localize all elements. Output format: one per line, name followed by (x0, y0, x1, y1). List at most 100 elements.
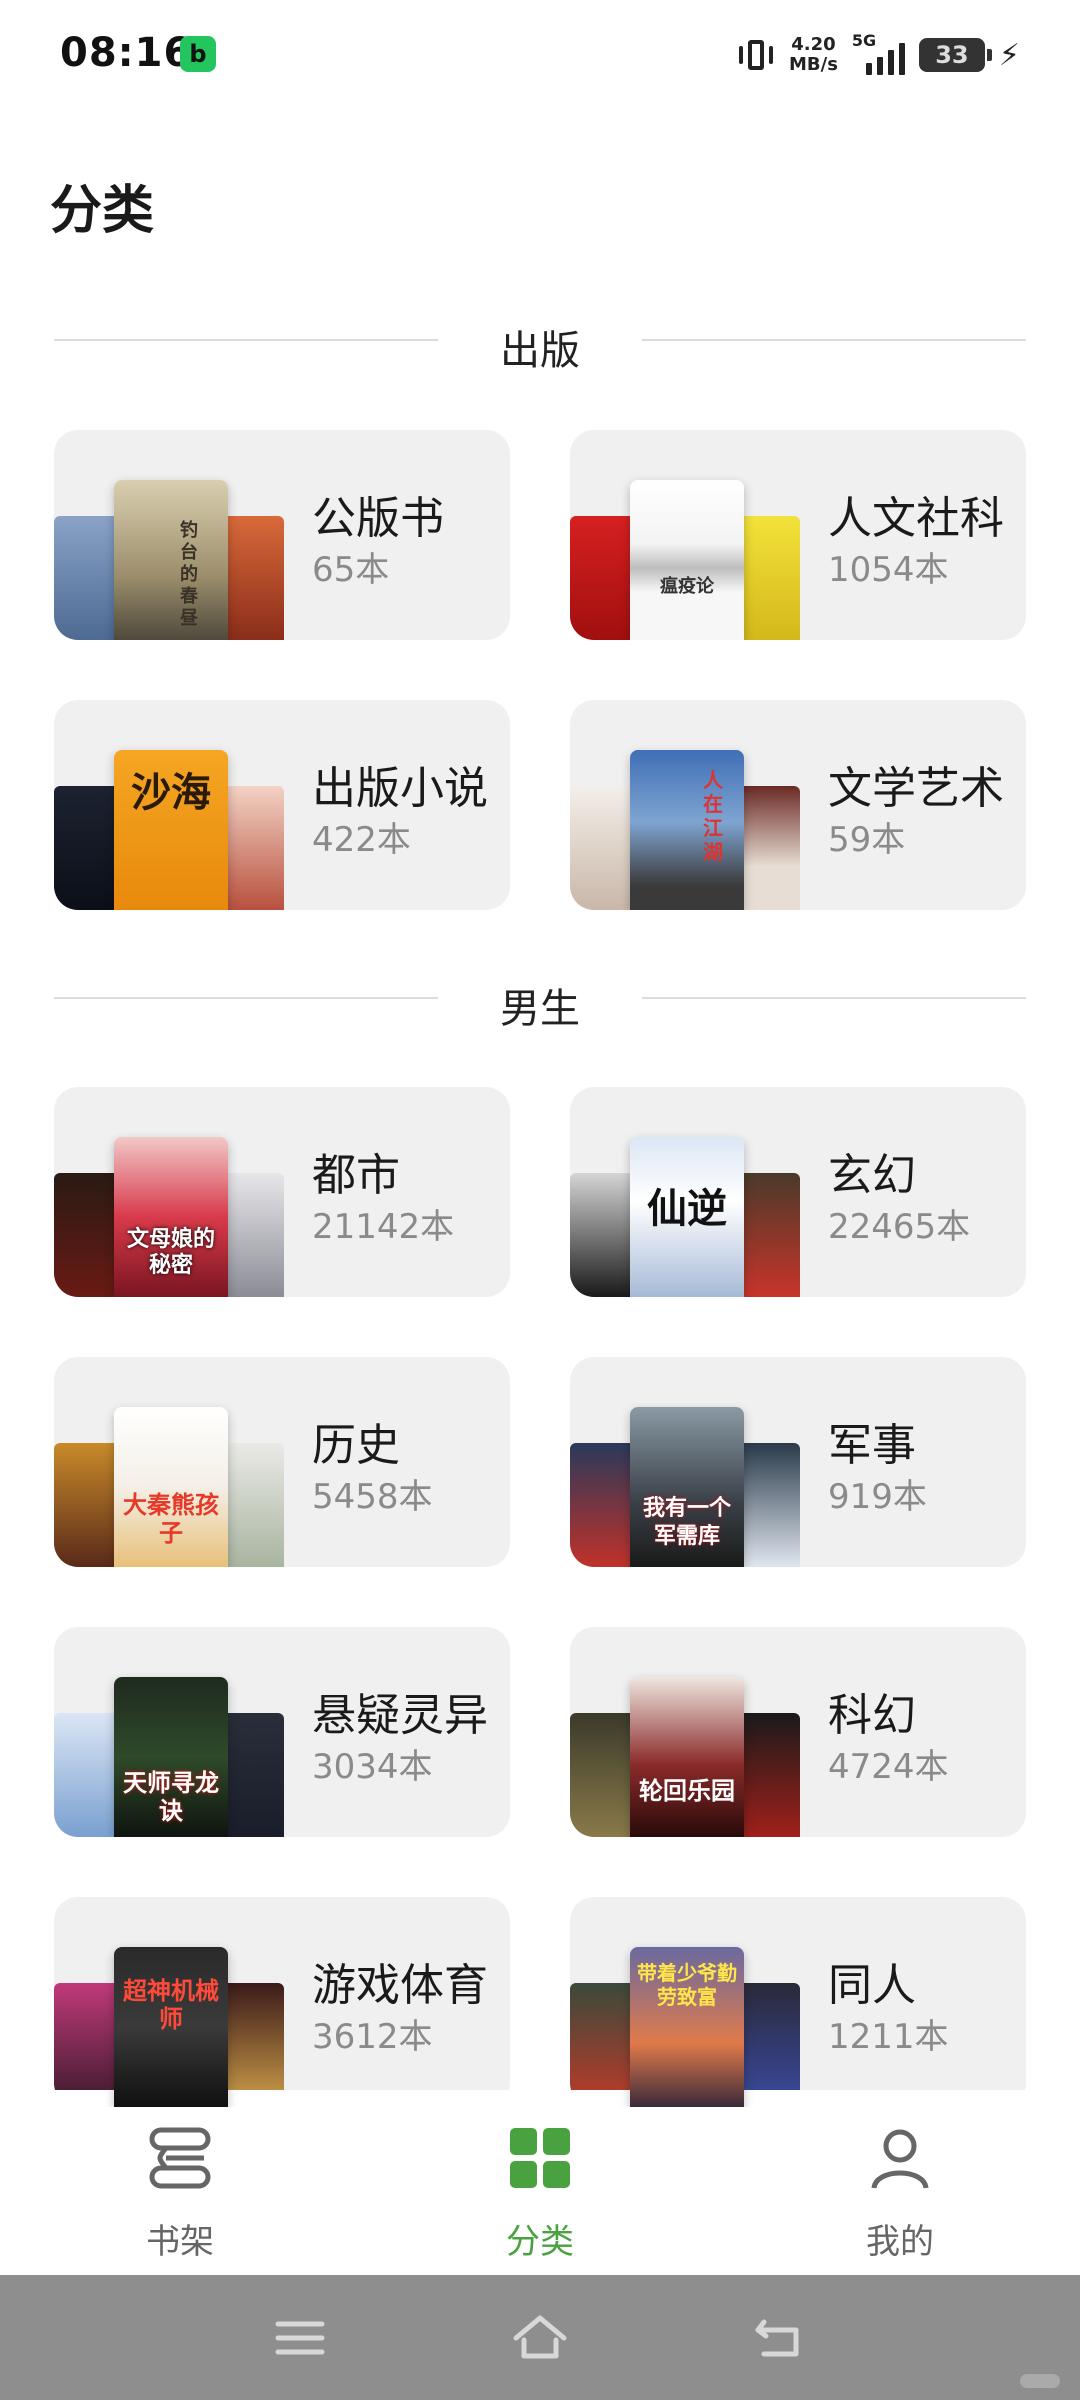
cover-stack: 瘟疫论 (570, 480, 800, 640)
cover-stack: 文母娘的秘密 (54, 1137, 284, 1297)
gesture-pill (1020, 2374, 1060, 2388)
status-bar: 08:16 b 4.20 MB/s 5G 33 ⚡ (0, 0, 1080, 110)
section-header-publishing: 出版 (54, 310, 1026, 374)
cover-stack: 人在江湖 (570, 750, 800, 910)
category-card-public-domain[interactable]: 钓台的春昼 公版书 65本 (54, 430, 510, 640)
category-count: 3034本 (312, 1747, 433, 1787)
category-count: 21142本 (312, 1207, 455, 1247)
cover-title: 仙逆 (647, 1186, 727, 1232)
category-title: 历史 (312, 1420, 400, 1471)
network-speed-unit: MB/s (789, 54, 838, 75)
category-grid-icon (510, 2128, 570, 2188)
book-cover: 大秦熊孩子 (114, 1407, 228, 1567)
cover-title: 天师寻龙诀 (123, 1769, 219, 1825)
book-cover: 我有一个军需库 (630, 1407, 744, 1567)
book-cover: 超神机械师 (114, 1947, 228, 2107)
book-cover: 带着少爷勤劳致富 (630, 1947, 744, 2107)
cover-title: 轮回乐园 (639, 1777, 735, 1805)
status-time: 08:16 (60, 30, 193, 76)
cover-stack: 大秦熊孩子 (54, 1407, 284, 1567)
tab-bookshelf[interactable]: 书架 (80, 2126, 280, 2262)
cover-title: 文母娘的秘密 (126, 1227, 215, 1278)
menu-button[interactable] (270, 2310, 330, 2366)
cover-title: 人在江湖 (703, 768, 723, 864)
home-button[interactable] (510, 2310, 570, 2366)
status-indicators: 4.20 MB/s 5G 33 ⚡ (737, 30, 1020, 80)
cover-stack: 沙海 (54, 750, 284, 910)
cover-title: 我有一个军需库 (642, 1496, 731, 1549)
system-nav-bar (0, 2275, 1080, 2400)
profile-icon (871, 2129, 929, 2189)
cover-stack: 钓台的春昼 (54, 480, 284, 640)
tab-label: 书架 (146, 2222, 214, 2262)
back-icon (755, 2319, 799, 2357)
tab-label: 分类 (506, 2222, 574, 2262)
cover-stack: 超神机械师 (54, 1947, 284, 2107)
bookshelf-icon (149, 2127, 211, 2189)
book-cover: 仙逆 (630, 1137, 744, 1297)
cover-title: 超神机械师 (123, 1977, 219, 2033)
book-cover: 瘟疫论 (630, 480, 744, 640)
category-title: 玄幻 (828, 1150, 916, 1201)
category-count: 919本 (828, 1477, 927, 1517)
battery-icon: 33 (918, 38, 992, 72)
cover-stack: 仙逆 (570, 1137, 800, 1297)
book-cover: 人在江湖 (630, 750, 744, 910)
book-cover: 文母娘的秘密 (114, 1137, 228, 1297)
category-card-literature-art[interactable]: 人在江湖 文学艺术 59本 (570, 700, 1026, 910)
network-type: 5G (851, 31, 877, 50)
category-count: 59本 (828, 820, 906, 860)
category-card-games-sports[interactable]: 超神机械师 游戏体育 3612本 (54, 1897, 510, 2107)
category-card-scifi[interactable]: 轮回乐园 科幻 4724本 (570, 1627, 1026, 1837)
divider (642, 997, 1026, 999)
divider (642, 339, 1026, 341)
category-title: 科幻 (828, 1690, 916, 1741)
section-label: 出版 (500, 328, 580, 374)
category-card-fan-fiction[interactable]: 带着少爷勤劳致富 同人 1211本 (570, 1897, 1026, 2107)
category-count: 3612本 (312, 2017, 433, 2057)
category-card-history[interactable]: 大秦熊孩子 历史 5458本 (54, 1357, 510, 1567)
home-icon (513, 2315, 567, 2359)
category-title: 悬疑灵异 (312, 1690, 488, 1741)
category-title: 同人 (828, 1960, 916, 2011)
category-count: 1054本 (828, 550, 949, 590)
cover-title: 瘟疫论 (660, 576, 714, 597)
tab-profile[interactable]: 我的 (800, 2126, 1000, 2262)
category-count: 22465本 (828, 1207, 971, 1247)
signal-icon: 5G (852, 31, 905, 75)
app-notification-icon: b (180, 36, 216, 72)
category-title: 文学艺术 (828, 763, 1004, 814)
book-cover: 天师寻龙诀 (114, 1677, 228, 1837)
category-count: 1211本 (828, 2017, 949, 2057)
category-count: 5458本 (312, 1477, 433, 1517)
network-speed-value: 4.20 (791, 34, 836, 55)
category-title: 军事 (828, 1420, 916, 1471)
book-cover: 轮回乐园 (630, 1677, 744, 1837)
category-card-urban[interactable]: 文母娘的秘密 都市 21142本 (54, 1087, 510, 1297)
vibrate-icon (737, 37, 775, 73)
cover-title: 大秦熊孩子 (123, 1491, 219, 1547)
tab-category[interactable]: 分类 (440, 2126, 640, 2262)
category-card-humanities[interactable]: 瘟疫论 人文社科 1054本 (570, 430, 1026, 640)
charging-icon: ⚡ (998, 37, 1020, 73)
category-title: 人文社科 (828, 493, 1004, 544)
bottom-tab-bar: 书架 分类 我的 (0, 2090, 1080, 2275)
cover-stack: 轮回乐园 (570, 1677, 800, 1837)
back-button[interactable] (750, 2310, 810, 2366)
book-cover: 钓台的春昼 (114, 480, 228, 640)
category-card-mystery[interactable]: 天师寻龙诀 悬疑灵异 3034本 (54, 1627, 510, 1837)
cover-title: 钓台的春昼 (180, 520, 198, 629)
cover-stack: 我有一个军需库 (570, 1407, 800, 1567)
category-count: 422本 (312, 820, 411, 860)
category-title: 游戏体育 (312, 1960, 488, 2011)
menu-icon (275, 2321, 325, 2355)
category-title: 公版书 (312, 493, 444, 544)
page-title: 分类 (50, 181, 155, 241)
category-card-military[interactable]: 我有一个军需库 军事 919本 (570, 1357, 1026, 1567)
category-count: 4724本 (828, 1747, 949, 1787)
network-speed: 4.20 MB/s (789, 35, 838, 75)
category-card-fantasy[interactable]: 仙逆 玄幻 22465本 (570, 1087, 1026, 1297)
category-card-published-fiction[interactable]: 沙海 出版小说 422本 (54, 700, 510, 910)
cover-title: 沙海 (131, 770, 211, 816)
tab-label: 我的 (866, 2222, 934, 2262)
